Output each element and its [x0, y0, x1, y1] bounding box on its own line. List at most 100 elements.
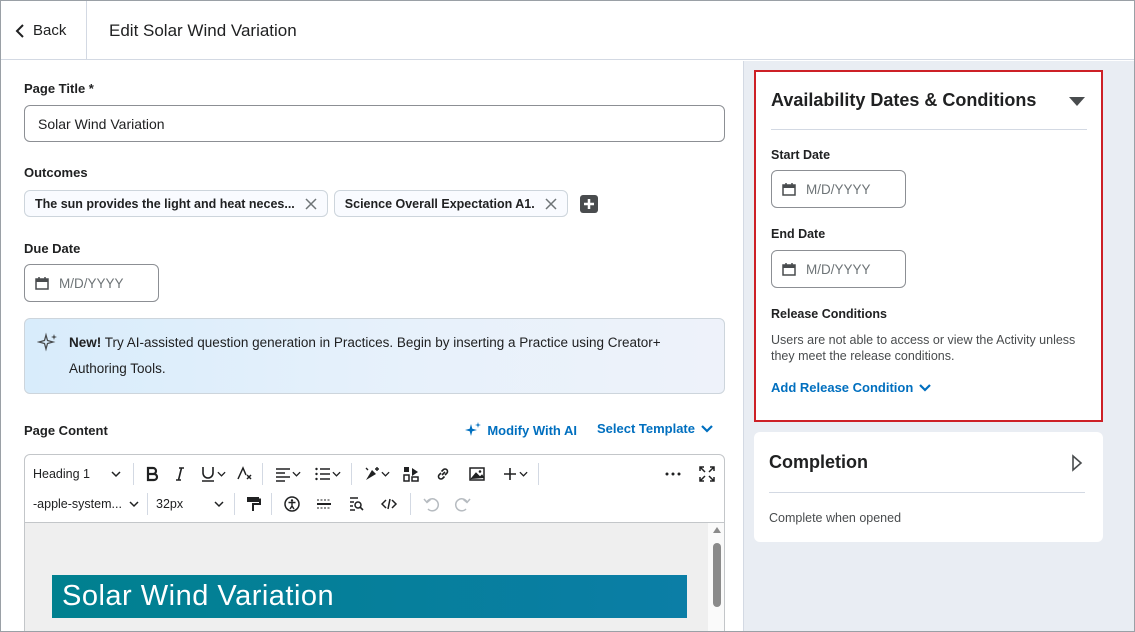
- font-size-select[interactable]: 32px: [152, 491, 230, 517]
- align-button[interactable]: [267, 461, 307, 487]
- bold-button[interactable]: [138, 461, 166, 487]
- editor-scrollbar[interactable]: [708, 523, 724, 631]
- toolbar-divider: [351, 463, 352, 485]
- chevron-down-icon: [291, 471, 301, 477]
- chevron-down-icon: [919, 383, 932, 392]
- availability-panel: Availability Dates & Conditions Start Da…: [754, 70, 1103, 422]
- underline-icon: [201, 467, 214, 482]
- ai-banner-text: Try AI-assisted question generation in P…: [69, 335, 661, 376]
- page-content-label: Page Content: [24, 423, 108, 438]
- content-heading[interactable]: Solar Wind Variation: [52, 575, 687, 618]
- sparkle-icon: [465, 422, 482, 436]
- start-date-placeholder: M/D/YYYY: [806, 181, 871, 197]
- toolbar-divider: [410, 493, 411, 515]
- paint-roller-icon: [247, 497, 261, 511]
- plus-icon: [583, 198, 594, 209]
- end-date-input[interactable]: M/D/YYYY: [771, 250, 906, 288]
- block-format-select[interactable]: Heading 1: [25, 461, 129, 487]
- editor-toolbar-row-2: -apple-system... 32px: [25, 489, 724, 519]
- insert-more-button[interactable]: [494, 461, 534, 487]
- outcome-chip[interactable]: Science Overall Expectation A1.: [333, 190, 568, 217]
- undo-button[interactable]: [415, 491, 447, 517]
- add-release-condition-button[interactable]: Add Release Condition: [771, 380, 932, 395]
- plus-icon: [503, 468, 516, 480]
- outcome-chip-label: Science Overall Expectation A1.: [344, 196, 535, 211]
- calendar-icon: [782, 263, 796, 276]
- image-icon: [469, 467, 485, 481]
- close-icon[interactable]: [305, 197, 317, 210]
- link-icon: [437, 468, 449, 480]
- redo-icon: [454, 498, 471, 512]
- scroll-thumb[interactable]: [713, 543, 721, 607]
- app-window: Back Edit Solar Wind Variation Page Titl…: [0, 0, 1135, 632]
- rich-text-editor: Heading 1 -apple-system... 32px Solar Wi…: [24, 454, 725, 631]
- top-bar: Back Edit Solar Wind Variation: [1, 1, 1134, 60]
- availability-title: Availability Dates & Conditions: [771, 90, 1037, 110]
- back-label: Back: [33, 22, 67, 39]
- expand-icon: [699, 466, 715, 482]
- text-format-icon: [237, 466, 252, 480]
- toolbar-divider: [271, 493, 272, 515]
- font-family-select[interactable]: -apple-system...: [25, 491, 143, 517]
- find-replace-button[interactable]: [340, 491, 372, 517]
- list-button[interactable]: [307, 461, 347, 487]
- page-content-header: Page Content Modify With AI Select Templ…: [24, 421, 725, 441]
- add-outcome-button[interactable]: [579, 194, 598, 213]
- bold-icon: [146, 466, 159, 482]
- caret-down-icon[interactable]: [1068, 96, 1086, 108]
- list-icon: [314, 467, 330, 481]
- modify-with-ai-label: Modify With AI: [487, 422, 577, 438]
- scroll-up-arrow[interactable]: [713, 527, 721, 533]
- horizontal-line-button[interactable]: [308, 491, 340, 517]
- toolbar-divider: [133, 463, 134, 485]
- outcome-chip[interactable]: The sun provides the light and heat nece…: [24, 190, 328, 217]
- modify-with-ai-button[interactable]: Modify With AI: [464, 421, 577, 439]
- text-style-button[interactable]: [230, 461, 258, 487]
- chevron-down-icon: [331, 471, 341, 477]
- format-painter-button[interactable]: [239, 491, 267, 517]
- insert-stuff-button[interactable]: [396, 461, 426, 487]
- main-form: Page Title * Solar Wind Variation Outcom…: [1, 61, 743, 631]
- toolbar-divider: [262, 463, 263, 485]
- creator-tools-button[interactable]: [356, 461, 396, 487]
- start-date-input[interactable]: M/D/YYYY: [771, 170, 906, 208]
- insert-image-button[interactable]: [460, 461, 494, 487]
- chevron-left-icon: [15, 23, 24, 38]
- toolbar-divider: [538, 463, 539, 485]
- fullscreen-button[interactable]: [690, 461, 724, 487]
- source-code-button[interactable]: [372, 491, 406, 517]
- toolbar-divider: [234, 493, 235, 515]
- back-button[interactable]: Back: [1, 1, 87, 60]
- chevron-down-icon: [701, 424, 713, 433]
- select-template-button[interactable]: Select Template: [597, 421, 713, 436]
- underline-button[interactable]: [194, 461, 230, 487]
- accessibility-checker-button[interactable]: [276, 491, 308, 517]
- chevron-down-icon: [111, 471, 121, 478]
- due-date-input[interactable]: M/D/YYYY: [24, 264, 159, 302]
- toolbar-divider: [147, 493, 148, 515]
- due-date-label: Due Date: [24, 241, 81, 256]
- more-options-button[interactable]: [656, 461, 690, 487]
- outcome-chip-label: The sun provides the light and heat nece…: [35, 196, 295, 211]
- chevron-down-icon: [216, 471, 226, 477]
- accessibility-icon: [284, 496, 300, 512]
- block-format-value: Heading 1: [33, 467, 90, 481]
- caret-right-icon[interactable]: [1071, 454, 1083, 472]
- undo-icon: [423, 498, 440, 512]
- page-title-input[interactable]: Solar Wind Variation: [24, 105, 725, 142]
- redo-button[interactable]: [447, 491, 479, 517]
- chevron-down-icon: [380, 471, 390, 477]
- completion-value: Complete when opened: [769, 511, 902, 525]
- release-conditions-label: Release Conditions: [771, 307, 887, 321]
- calendar-icon: [35, 277, 49, 290]
- start-date-label: Start Date: [771, 148, 831, 162]
- close-icon[interactable]: [545, 197, 557, 210]
- editor-toolbar-row-1: Heading 1: [25, 459, 724, 489]
- insert-link-button[interactable]: [426, 461, 460, 487]
- align-left-icon: [275, 468, 290, 482]
- editor-content-area[interactable]: Solar Wind Variation: [25, 522, 724, 631]
- chevron-down-icon: [214, 501, 224, 508]
- italic-button[interactable]: [166, 461, 194, 487]
- find-replace-icon: [350, 497, 364, 511]
- horizontal-rule-icon: [317, 499, 331, 509]
